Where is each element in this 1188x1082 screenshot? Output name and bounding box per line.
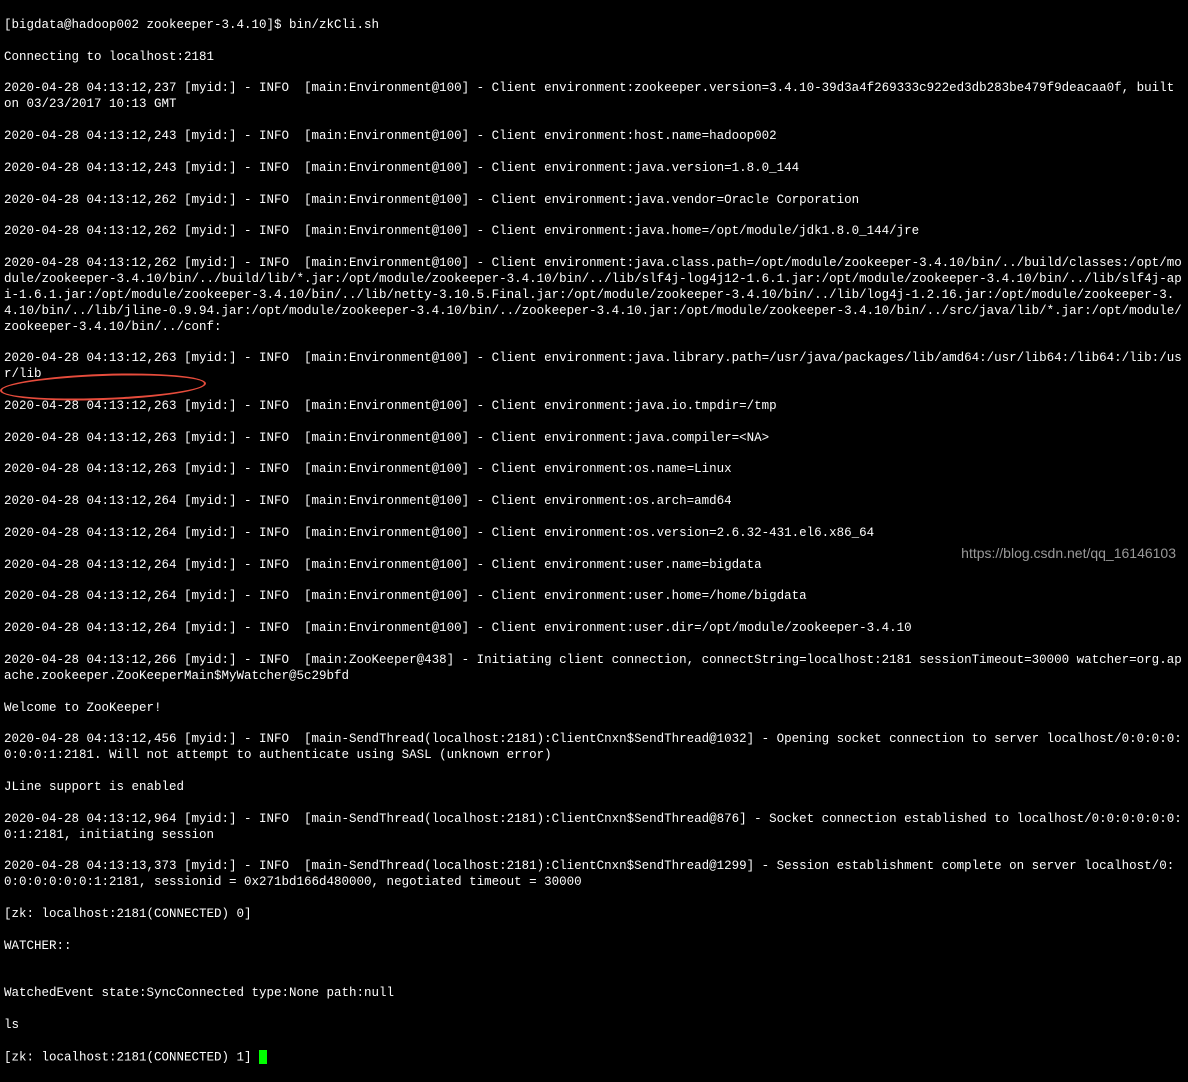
log-line: 2020-04-28 04:13:12,264 [myid:] - INFO [… <box>4 621 1184 637</box>
connecting-line: Connecting to localhost:2181 <box>4 50 1184 66</box>
log-line: 2020-04-28 04:13:12,237 [myid:] - INFO [… <box>4 81 1184 113</box>
cursor-icon <box>259 1050 267 1064</box>
log-line: 2020-04-28 04:13:12,263 [myid:] - INFO [… <box>4 431 1184 447</box>
zk-prompt-text: [zk: localhost:2181(CONNECTED) 1] <box>4 1050 259 1064</box>
welcome-line: Welcome to ZooKeeper! <box>4 701 1184 717</box>
log-line: 2020-04-28 04:13:12,964 [myid:] - INFO [… <box>4 812 1184 844</box>
zk-prompt-active[interactable]: [zk: localhost:2181(CONNECTED) 1] <box>4 1050 1184 1066</box>
log-line: 2020-04-28 04:13:12,264 [myid:] - INFO [… <box>4 589 1184 605</box>
log-line: 2020-04-28 04:13:12,262 [myid:] - INFO [… <box>4 256 1184 335</box>
log-line: 2020-04-28 04:13:12,243 [myid:] - INFO [… <box>4 161 1184 177</box>
log-line: 2020-04-28 04:13:12,262 [myid:] - INFO [… <box>4 224 1184 240</box>
log-line: 2020-04-28 04:13:12,262 [myid:] - INFO [… <box>4 193 1184 209</box>
ls-command: ls <box>4 1018 1184 1034</box>
watermark-text: https://blog.csdn.net/qq_16146103 <box>961 545 1176 563</box>
log-line: 2020-04-28 04:13:13,373 [myid:] - INFO [… <box>4 859 1184 891</box>
zk-prompt: [zk: localhost:2181(CONNECTED) 0] <box>4 907 1184 923</box>
log-line: 2020-04-28 04:13:12,263 [myid:] - INFO [… <box>4 462 1184 478</box>
log-line: 2020-04-28 04:13:12,264 [myid:] - INFO [… <box>4 526 1184 542</box>
log-line: 2020-04-28 04:13:12,266 [myid:] - INFO [… <box>4 653 1184 685</box>
log-line: JLine support is enabled <box>4 780 1184 796</box>
terminal-output[interactable]: [bigdata@hadoop002 zookeeper-3.4.10]$ bi… <box>4 2 1184 1082</box>
log-line: 2020-04-28 04:13:12,263 [myid:] - INFO [… <box>4 351 1184 383</box>
log-line: 2020-04-28 04:13:12,263 [myid:] - INFO [… <box>4 399 1184 415</box>
event-line: WatchedEvent state:SyncConnected type:No… <box>4 986 1184 1002</box>
watcher-line: WATCHER:: <box>4 939 1184 955</box>
log-line: 2020-04-28 04:13:12,264 [myid:] - INFO [… <box>4 494 1184 510</box>
shell-prompt: [bigdata@hadoop002 zookeeper-3.4.10]$ bi… <box>4 18 1184 34</box>
log-line: 2020-04-28 04:13:12,456 [myid:] - INFO [… <box>4 732 1184 764</box>
log-line: 2020-04-28 04:13:12,243 [myid:] - INFO [… <box>4 129 1184 145</box>
